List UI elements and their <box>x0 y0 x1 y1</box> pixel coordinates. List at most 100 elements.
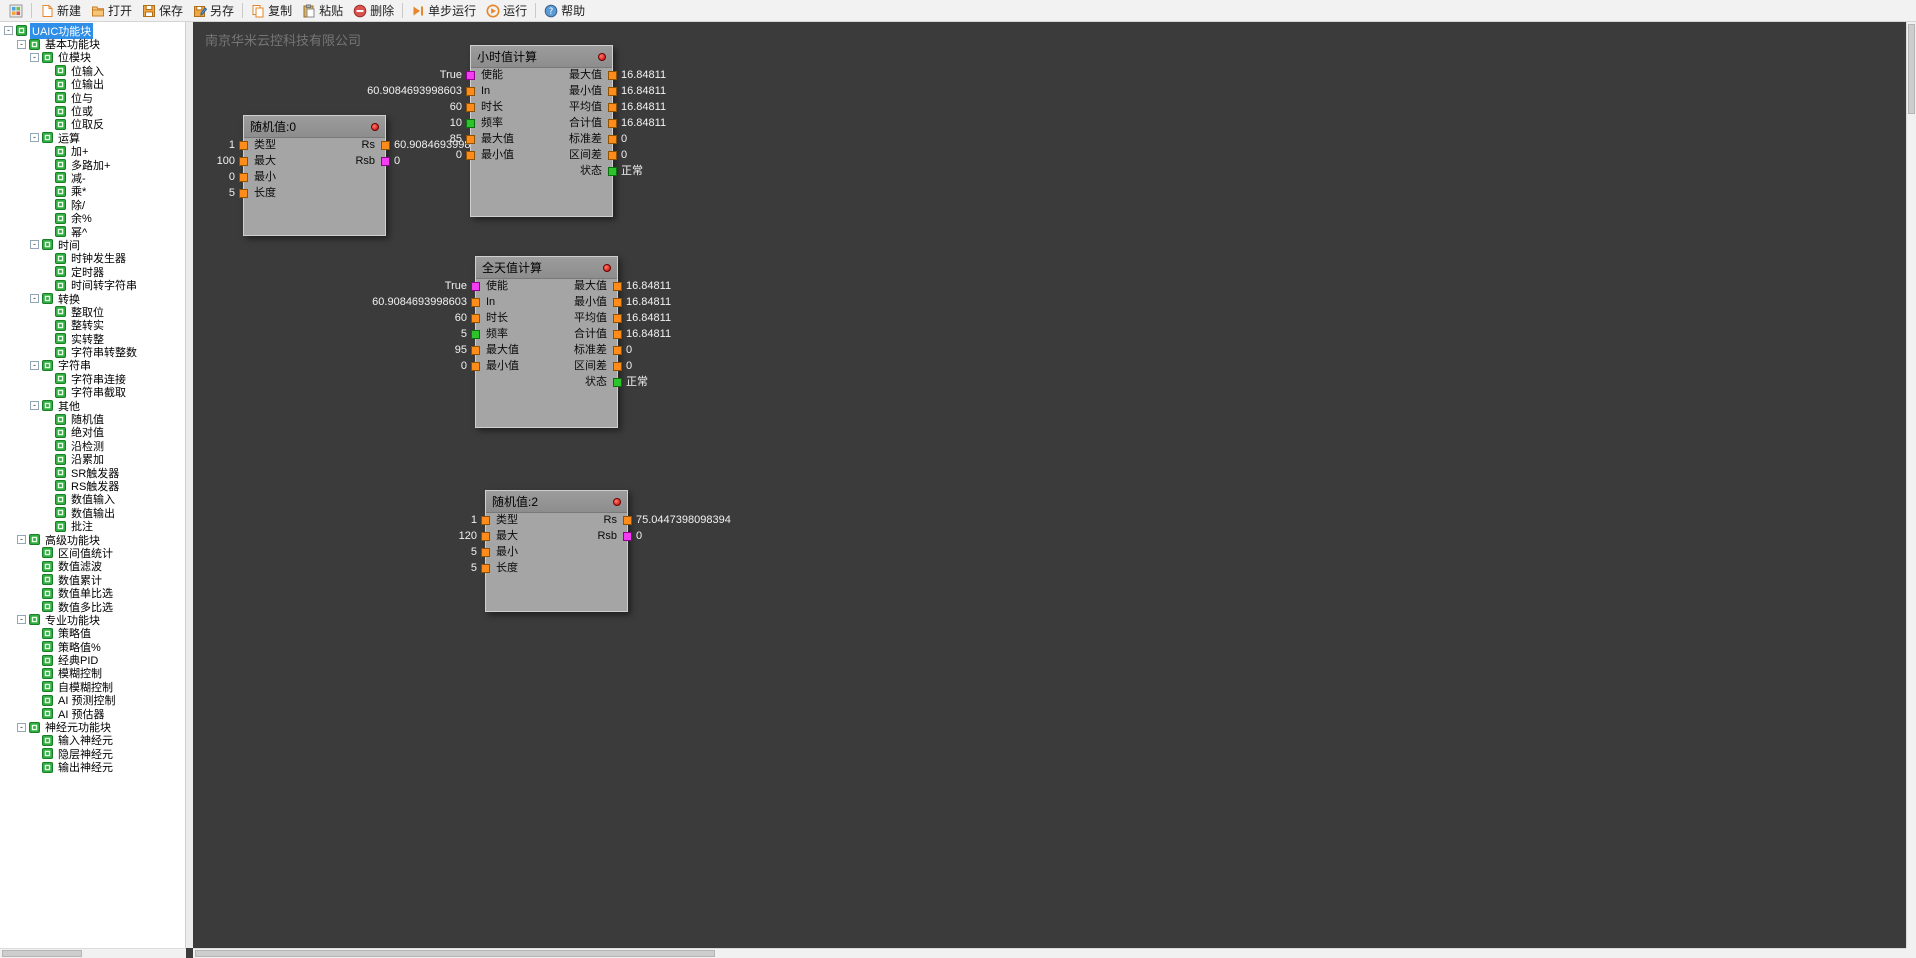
expander-icon[interactable]: - <box>30 361 39 370</box>
input-value[interactable]: 120 <box>459 530 477 543</box>
node-title[interactable]: 全天值计算 <box>476 257 617 279</box>
tree-item[interactable]: -专业功能块 <box>2 613 185 626</box>
port-In[interactable] <box>466 87 475 96</box>
port-区间差[interactable] <box>613 362 622 371</box>
hscroll-thumb[interactable] <box>195 950 715 957</box>
input-value[interactable]: 60.9084693998603 <box>372 296 467 309</box>
port-合计值[interactable] <box>613 330 622 339</box>
port-最大[interactable] <box>239 157 248 166</box>
step-run-button[interactable]: 单步运行 <box>406 1 481 20</box>
expander-icon[interactable]: - <box>17 535 26 544</box>
port-时长[interactable] <box>466 103 475 112</box>
input-value[interactable]: 60 <box>455 312 467 325</box>
input-value[interactable]: 85 <box>450 133 462 146</box>
expander-icon[interactable]: - <box>17 40 26 49</box>
port-类型[interactable] <box>239 141 248 150</box>
port-Rsb[interactable] <box>381 157 390 166</box>
port-最大值[interactable] <box>466 135 475 144</box>
port-使能[interactable] <box>471 282 480 291</box>
node-rand2[interactable]: 随机值:2类型1最大120最小5长度5Rs75.0447398098394Rsb… <box>485 490 628 612</box>
expander-icon[interactable]: - <box>30 401 39 410</box>
port-最小值[interactable] <box>471 362 480 371</box>
port-最小[interactable] <box>481 548 490 557</box>
tree-item[interactable]: 减- <box>2 171 185 184</box>
port-最小[interactable] <box>239 173 248 182</box>
input-value[interactable]: True <box>445 280 467 293</box>
port-最小值[interactable] <box>608 87 617 96</box>
tree-item[interactable]: 位取反 <box>2 118 185 131</box>
expander-icon[interactable]: - <box>30 133 39 142</box>
port-区间差[interactable] <box>608 151 617 160</box>
port-频率[interactable] <box>471 330 480 339</box>
input-value[interactable]: 5 <box>229 187 235 200</box>
port-平均值[interactable] <box>613 314 622 323</box>
vscroll-thumb[interactable] <box>1908 24 1915 114</box>
run-button[interactable]: 运行 <box>481 1 532 20</box>
sidebar-hscroll-thumb[interactable] <box>2 950 82 957</box>
tree-item[interactable]: -基本功能块 <box>2 37 185 50</box>
node-day[interactable]: 全天值计算使能TrueIn60.9084693998603时长60频率5最大值9… <box>475 256 618 428</box>
port-时长[interactable] <box>471 314 480 323</box>
input-value[interactable]: 5 <box>461 328 467 341</box>
input-value[interactable]: 95 <box>455 344 467 357</box>
port-Rs[interactable] <box>623 516 632 525</box>
expander-icon[interactable]: - <box>4 26 13 35</box>
tree-item[interactable]: 幂^ <box>2 225 185 238</box>
help-button[interactable]: ?帮助 <box>539 1 590 20</box>
tree-item[interactable]: 时间转字符串 <box>2 278 185 291</box>
save-as-button[interactable]: 另存 <box>188 1 239 20</box>
port-长度[interactable] <box>239 189 248 198</box>
port-最大[interactable] <box>481 532 490 541</box>
port-最小值[interactable] <box>466 151 475 160</box>
canvas-vscrollbar[interactable] <box>1906 22 1916 948</box>
port-平均值[interactable] <box>608 103 617 112</box>
tree-item[interactable]: 乘* <box>2 185 185 198</box>
tree-item[interactable]: 多路加+ <box>2 158 185 171</box>
tree-item[interactable]: -运算 <box>2 131 185 144</box>
node-title[interactable]: 随机值:0 <box>244 116 385 138</box>
input-value[interactable]: 0 <box>461 360 467 373</box>
save-button[interactable]: 保存 <box>137 1 188 20</box>
input-value[interactable]: 0 <box>456 149 462 162</box>
tree-item[interactable]: 余% <box>2 211 185 224</box>
port-最大值[interactable] <box>613 282 622 291</box>
port-标准差[interactable] <box>608 135 617 144</box>
port-最大值[interactable] <box>471 346 480 355</box>
node-title[interactable]: 小时值计算 <box>471 46 612 68</box>
expander-icon[interactable]: - <box>30 240 39 249</box>
port-长度[interactable] <box>481 564 490 573</box>
expander-icon[interactable]: - <box>30 294 39 303</box>
sidebar-hscrollbar[interactable] <box>0 948 186 958</box>
input-value[interactable]: 0 <box>229 171 235 184</box>
expander-icon[interactable]: - <box>17 723 26 732</box>
sidebar-splitter[interactable] <box>186 22 193 948</box>
canvas-hscrollbar[interactable] <box>193 948 1906 958</box>
node-hour[interactable]: 小时值计算使能TrueIn60.9084693998603时长60频率10最大值… <box>470 45 613 217</box>
port-In[interactable] <box>471 298 480 307</box>
delete-button[interactable]: 删除 <box>348 1 399 20</box>
input-value[interactable]: True <box>440 69 462 82</box>
tree-item[interactable]: 字符串转整数 <box>2 345 185 358</box>
app-button[interactable] <box>4 3 28 19</box>
new-button[interactable]: 新建 <box>35 1 86 20</box>
expander-icon[interactable]: - <box>17 615 26 624</box>
canvas[interactable]: 南京华米云控科技有限公司 随机值:0类型1最大100最小0长度5Rs60.908… <box>193 22 1906 948</box>
tree-item[interactable]: 输出神经元 <box>2 760 185 773</box>
port-Rsb[interactable] <box>623 532 632 541</box>
port-状态[interactable] <box>613 378 622 387</box>
port-最小值[interactable] <box>613 298 622 307</box>
port-频率[interactable] <box>466 119 475 128</box>
port-Rs[interactable] <box>381 141 390 150</box>
input-value[interactable]: 10 <box>450 117 462 130</box>
expander-icon[interactable]: - <box>30 53 39 62</box>
copy-button[interactable]: 复制 <box>246 1 297 20</box>
input-value[interactable]: 5 <box>471 546 477 559</box>
open-button[interactable]: 打开 <box>86 1 137 20</box>
input-value[interactable]: 1 <box>229 139 235 152</box>
input-value[interactable]: 60 <box>450 101 462 114</box>
port-合计值[interactable] <box>608 119 617 128</box>
port-使能[interactable] <box>466 71 475 80</box>
input-value[interactable]: 100 <box>217 155 235 168</box>
port-最大值[interactable] <box>608 71 617 80</box>
node-rand0[interactable]: 随机值:0类型1最大100最小0长度5Rs60.9084693998603Rsb… <box>243 115 386 236</box>
